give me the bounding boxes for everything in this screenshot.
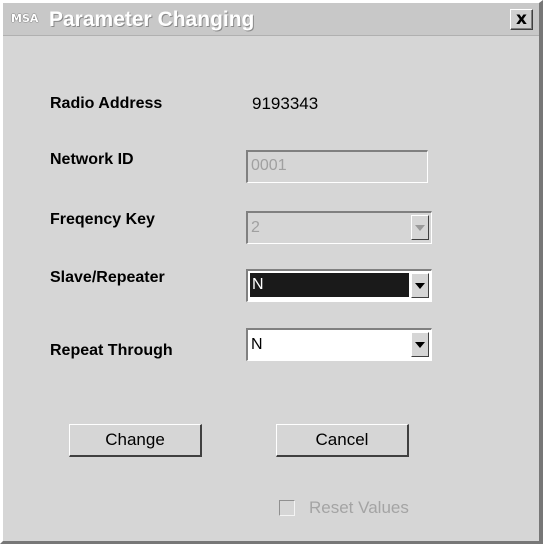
repeat-through-dropdown-button[interactable] xyxy=(411,332,429,357)
change-button[interactable]: Change xyxy=(69,424,202,457)
repeat-through-value: N xyxy=(251,336,263,353)
frequency-key-label: Freqency Key xyxy=(50,211,155,228)
slave-repeater-label: Slave/Repeater xyxy=(50,269,165,286)
slave-repeater-dropdown-button[interactable] xyxy=(411,273,429,298)
chevron-down-icon xyxy=(415,224,425,231)
cancel-button[interactable]: Cancel xyxy=(276,424,409,457)
close-icon: x xyxy=(516,9,527,29)
slave-repeater-select[interactable]: N xyxy=(246,269,432,302)
chevron-down-icon xyxy=(415,341,425,348)
parameter-changing-dialog: MSA Parameter Changing x Radio Address 9… xyxy=(0,0,543,544)
network-id-field[interactable]: 0001 xyxy=(246,150,428,183)
repeat-through-select[interactable]: N xyxy=(246,328,432,361)
msa-logo-icon: MSA xyxy=(11,12,39,25)
network-id-label: Network ID xyxy=(50,151,134,168)
frequency-key-dropdown-button[interactable] xyxy=(411,215,429,240)
close-button[interactable]: x xyxy=(510,9,533,30)
network-id-value: 0001 xyxy=(251,157,287,174)
radio-address-label: Radio Address xyxy=(50,95,163,112)
radio-address-value: 9193343 xyxy=(252,94,319,113)
repeat-through-label: Repeat Through xyxy=(50,342,173,359)
frequency-key-select[interactable]: 2 xyxy=(246,211,432,244)
slave-repeater-value: N xyxy=(250,273,409,297)
frequency-key-value: 2 xyxy=(251,219,260,236)
chevron-down-icon xyxy=(415,282,425,289)
reset-values-label: Reset Values xyxy=(309,498,409,517)
reset-values-checkbox[interactable] xyxy=(279,500,295,516)
title-bar[interactable]: MSA Parameter Changing x xyxy=(3,3,539,36)
window-title: Parameter Changing xyxy=(49,8,255,31)
